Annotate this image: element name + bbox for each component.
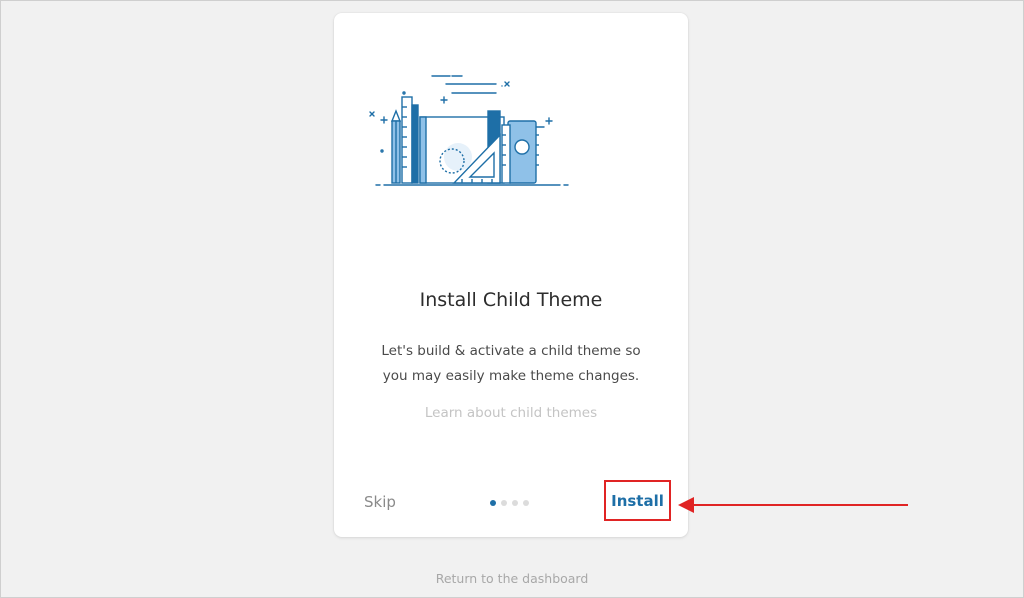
return-to-dashboard-link[interactable]: Return to the dashboard <box>0 571 1024 586</box>
step-dot-1[interactable] <box>490 500 496 506</box>
install-button[interactable]: Install <box>604 480 671 521</box>
design-tools-illustration <box>369 75 569 186</box>
step-dot-4[interactable] <box>523 500 529 506</box>
card-description: Let's build & activate a child theme so … <box>381 343 641 384</box>
step-dot-2[interactable] <box>501 500 507 506</box>
skip-button[interactable]: Skip <box>364 493 396 511</box>
page-title: Install Child Theme <box>419 289 603 311</box>
arrow-left-icon <box>678 497 908 513</box>
onboarding-card: Install Child Theme Let's build & activa… <box>334 13 688 537</box>
learn-child-themes-link[interactable]: Learn about child themes <box>334 405 688 421</box>
step-dot-3[interactable] <box>512 500 518 506</box>
step-indicator <box>490 500 529 508</box>
